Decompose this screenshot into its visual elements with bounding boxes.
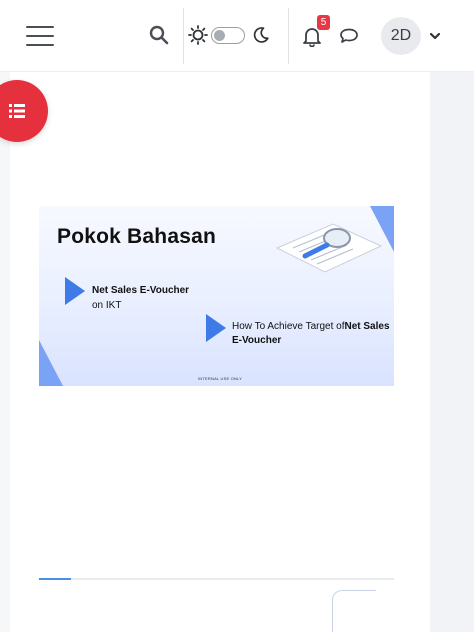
header-divider [288,8,289,64]
table-of-contents-button[interactable] [0,80,48,142]
moon-icon[interactable] [250,22,272,48]
theme-toggle[interactable] [211,27,245,44]
play-arrow-icon [206,314,226,342]
toggle-knob [214,30,225,41]
hamburger-icon[interactable] [24,22,56,50]
partial-control [332,590,376,632]
slide-footer-label: INTERNAL USE ONLY [198,376,243,381]
chevron-down-icon[interactable] [427,26,443,46]
notification-badge: 5 [317,15,330,30]
slide-corner-decoration [39,340,63,386]
left-gutter [0,72,10,632]
play-arrow-icon [65,277,85,305]
scrollbar-track[interactable] [430,72,474,632]
bullet-bold-text: Net Sales E-Voucher [92,285,190,296]
sun-icon[interactable] [186,22,210,48]
slide-bullet: Net Sales E-Voucher on IKT [92,283,189,313]
chat-icon[interactable] [336,22,362,50]
progress-bar [39,578,71,580]
slide-bullet: How To Achieve Target ofNet Sales E-Vouc… [232,320,392,348]
slide-title: Pokok Bahasan [57,225,216,248]
list-icon [9,104,25,118]
bullet-text: How To Achieve Target of [232,321,345,332]
progress-track [39,578,394,580]
bullet-text: on IKT [92,300,122,311]
header-divider [183,8,184,64]
top-header: 5 2D [0,0,474,72]
app-page: 5 2D Pokok Bahasan Net Sales E-Voucher o… [0,0,474,632]
presentation-slide: Pokok Bahasan Net Sales E-Voucher on IKT… [39,206,394,386]
document-magnifier-icon [275,223,383,273]
user-avatar[interactable]: 2D [381,17,421,55]
search-icon[interactable] [146,22,172,48]
